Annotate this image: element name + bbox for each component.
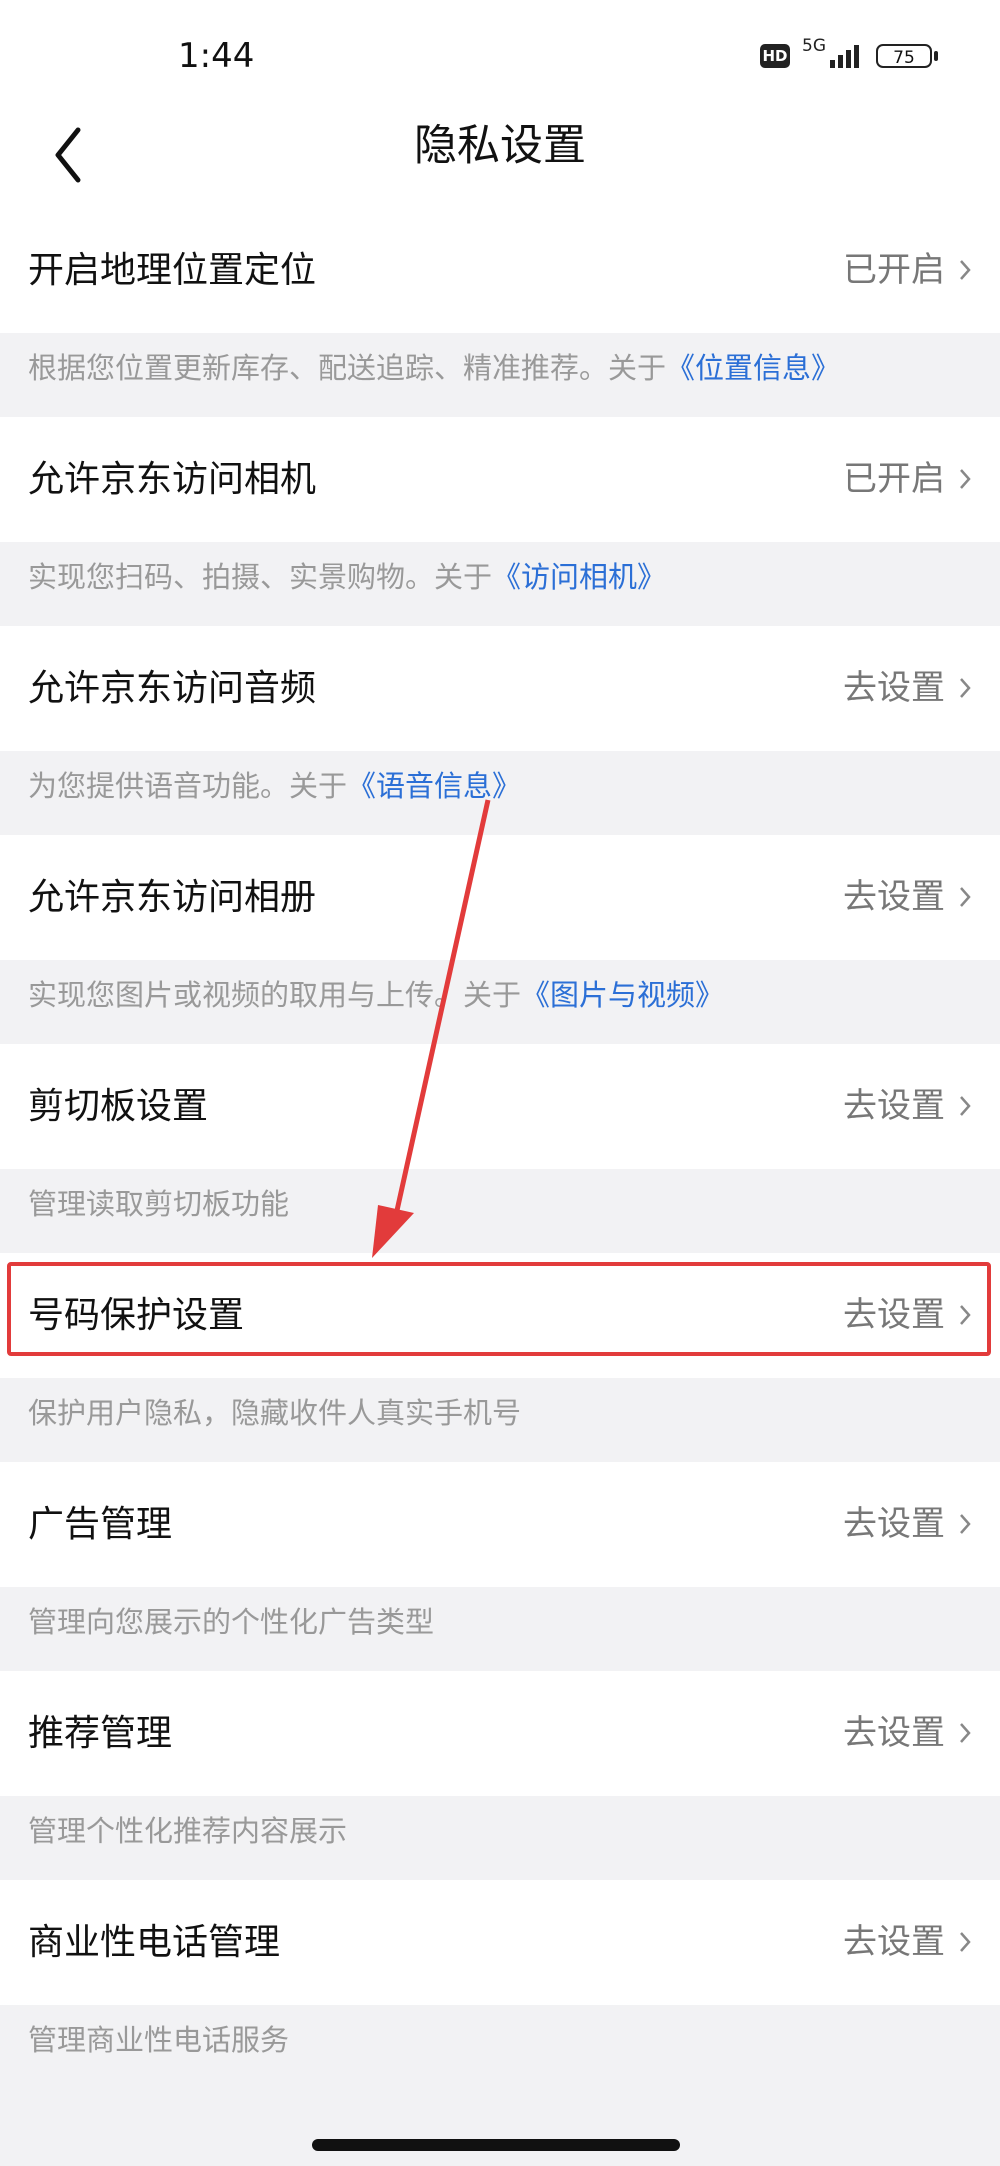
setting-value: 已开启 bbox=[843, 459, 945, 499]
battery-tip bbox=[934, 51, 938, 61]
setting-desc-text: 管理向您展示的个性化广告类型 bbox=[28, 1605, 435, 1639]
chevron-right-icon bbox=[960, 1514, 971, 1534]
home-indicator[interactable] bbox=[312, 2139, 680, 2151]
setting-desc: 根据您位置更新库存、配送追踪、精准推荐。关于《位置信息》 bbox=[0, 333, 1000, 417]
setting-desc-text: 实现您扫码、拍摄、实景购物。关于 bbox=[28, 560, 493, 594]
setting-row-camera[interactable]: 允许京东访问相机 已开启 bbox=[0, 417, 1000, 542]
setting-row-clipboard[interactable]: 剪切板设置 去设置 bbox=[0, 1044, 1000, 1169]
policy-link[interactable]: 《语音信息》 bbox=[347, 769, 521, 803]
setting-desc-text: 管理读取剪切板功能 bbox=[28, 1187, 290, 1221]
setting-desc: 实现您扫码、拍摄、实景购物。关于《访问相机》 bbox=[0, 542, 1000, 626]
setting-label: 允许京东访问相机 bbox=[28, 459, 317, 500]
setting-label: 推荐管理 bbox=[28, 1713, 173, 1754]
setting-value: 去设置 bbox=[843, 877, 945, 917]
setting-desc: 实现您图片或视频的取用与上传。关于《图片与视频》 bbox=[0, 960, 1000, 1044]
setting-desc: 管理读取剪切板功能 bbox=[0, 1169, 1000, 1253]
setting-desc-text: 保护用户隐私，隐藏收件人真实手机号 bbox=[28, 1396, 522, 1430]
setting-value: 去设置 bbox=[843, 668, 945, 708]
setting-label: 广告管理 bbox=[28, 1504, 173, 1545]
setting-row-commercial-calls[interactable]: 商业性电话管理 去设置 bbox=[0, 1880, 1000, 2005]
page-title: 隐私设置 bbox=[414, 121, 586, 171]
setting-row-recommend[interactable]: 推荐管理 去设置 bbox=[0, 1671, 1000, 1796]
chevron-right-icon bbox=[960, 469, 971, 489]
setting-label: 剪切板设置 bbox=[28, 1086, 209, 1127]
setting-value: 去设置 bbox=[843, 1086, 945, 1126]
setting-label: 开启地理位置定位 bbox=[28, 250, 317, 291]
chevron-right-icon bbox=[960, 1723, 971, 1743]
highlight-box bbox=[7, 1262, 991, 1356]
setting-label: 商业性电话管理 bbox=[28, 1922, 281, 1963]
setting-desc-text: 为您提供语音功能。关于 bbox=[28, 769, 348, 803]
setting-desc-text: 实现您图片或视频的取用与上传。关于 bbox=[28, 978, 522, 1012]
network-type: 5G bbox=[802, 36, 826, 56]
hd-badge: HD bbox=[760, 44, 790, 68]
signal-icon bbox=[830, 45, 859, 68]
setting-row-ads[interactable]: 广告管理 去设置 bbox=[0, 1462, 1000, 1587]
status-bar: 1:44 HD 5G 75 bbox=[0, 0, 1000, 110]
setting-value: 已开启 bbox=[843, 250, 945, 290]
back-arrow-icon[interactable] bbox=[48, 120, 88, 190]
setting-desc-text: 根据您位置更新库存、配送追踪、精准推荐。关于 bbox=[28, 351, 667, 385]
battery-icon: 75 bbox=[876, 44, 932, 68]
policy-link[interactable]: 《访问相机》 bbox=[492, 560, 666, 594]
setting-desc: 保护用户隐私，隐藏收件人真实手机号 bbox=[0, 1378, 1000, 1462]
setting-label: 允许京东访问音频 bbox=[28, 668, 317, 709]
setting-desc: 管理商业性电话服务 bbox=[0, 2005, 1000, 2089]
setting-desc: 管理向您展示的个性化广告类型 bbox=[0, 1587, 1000, 1671]
setting-row-album[interactable]: 允许京东访问相册 去设置 bbox=[0, 835, 1000, 960]
setting-value: 去设置 bbox=[843, 1922, 945, 1962]
setting-value: 去设置 bbox=[843, 1504, 945, 1544]
chevron-right-icon bbox=[960, 260, 971, 280]
chevron-right-icon bbox=[960, 678, 971, 698]
chevron-right-icon bbox=[960, 887, 971, 907]
status-time: 1:44 bbox=[178, 36, 255, 76]
setting-value: 去设置 bbox=[843, 1713, 945, 1753]
nav-bar: 隐私设置 bbox=[0, 110, 1000, 220]
policy-link[interactable]: 《位置信息》 bbox=[666, 351, 840, 385]
chevron-right-icon bbox=[960, 1096, 971, 1116]
setting-row-location[interactable]: 开启地理位置定位 已开启 bbox=[0, 208, 1000, 333]
setting-label: 允许京东访问相册 bbox=[28, 877, 317, 918]
battery-level: 75 bbox=[893, 48, 915, 68]
setting-row-audio[interactable]: 允许京东访问音频 去设置 bbox=[0, 626, 1000, 751]
setting-desc-text: 管理商业性电话服务 bbox=[28, 2023, 290, 2057]
setting-desc: 为您提供语音功能。关于《语音信息》 bbox=[0, 751, 1000, 835]
setting-desc-text: 管理个性化推荐内容展示 bbox=[28, 1814, 348, 1848]
policy-link[interactable]: 《图片与视频》 bbox=[521, 978, 724, 1012]
chevron-right-icon bbox=[960, 1932, 971, 1952]
setting-desc: 管理个性化推荐内容展示 bbox=[0, 1796, 1000, 1880]
